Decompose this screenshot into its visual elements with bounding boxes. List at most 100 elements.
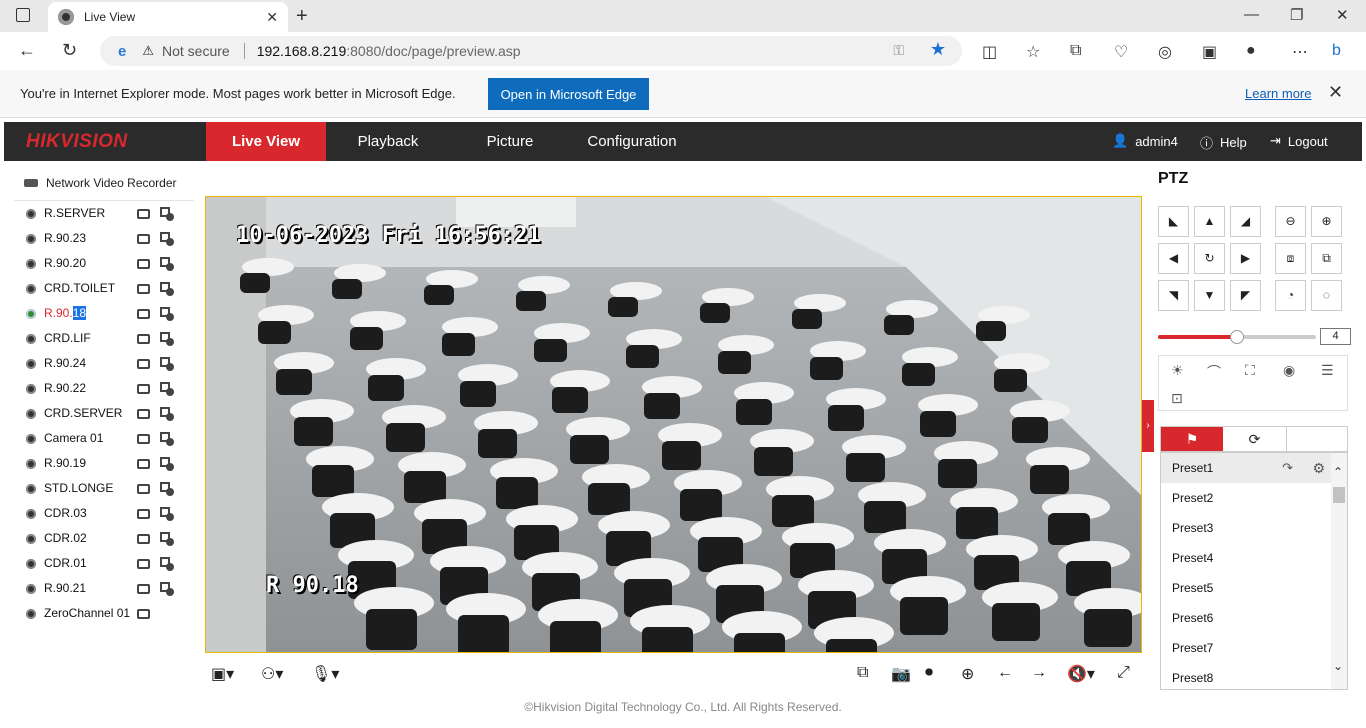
capture-icon[interactable]: 📷 (891, 664, 911, 684)
camera-list-item[interactable]: R.90.21 (14, 576, 194, 601)
record-channel-icon[interactable] (137, 459, 150, 469)
live-video-window[interactable]: 10-06-2023 Fri 16:56:21 R 90.18 (205, 196, 1142, 653)
camera-list-item[interactable]: R.90.23 (14, 226, 194, 251)
user-menu[interactable]: 👤 admin4 (1112, 133, 1178, 149)
next-page-icon[interactable]: → (1031, 664, 1047, 682)
camera-list-item[interactable]: CDR.03 (14, 501, 194, 526)
manual-tracking-icon[interactable]: ⊡ (1171, 390, 1183, 407)
tab-actions-icon[interactable] (16, 8, 30, 22)
tab-patrol-icon[interactable]: ⟳ (1223, 427, 1287, 451)
ptz-down-right-icon[interactable]: ◤ (1230, 280, 1261, 311)
stop-all-icon[interactable]: ⧉ (857, 664, 868, 682)
open-in-edge-button[interactable]: Open in Microsoft Edge (488, 78, 649, 110)
zoom-out-icon[interactable]: ⊖ (1275, 206, 1306, 237)
window-layout-icon[interactable]: ▣▾ (211, 664, 234, 684)
menu-list-icon[interactable]: ☰ (1321, 362, 1334, 379)
ptz-channel-icon[interactable] (160, 357, 174, 371)
close-ie-bar-icon[interactable]: ✕ (1328, 82, 1343, 103)
record-channel-icon[interactable] (137, 384, 150, 394)
preset-item[interactable]: Preset5 (1161, 573, 1347, 603)
ptz-channel-icon[interactable] (160, 482, 174, 496)
ptz-down-left-icon[interactable]: ◥ (1158, 280, 1189, 311)
previous-page-icon[interactable]: ← (997, 664, 1013, 682)
ptz-channel-icon[interactable] (160, 457, 174, 471)
camera-list-item[interactable]: CRD.SERVER (14, 401, 194, 426)
ptz-up-icon[interactable]: ▲ (1194, 206, 1225, 237)
ptz-down-icon[interactable]: ▼ (1194, 280, 1225, 311)
browser-tab[interactable]: Live View ✕ (48, 2, 288, 32)
collections-icon[interactable]: ⧉ (1070, 42, 1081, 60)
warning-icon[interactable]: ⚠ (142, 43, 154, 59)
ptz-up-left-icon[interactable]: ◣ (1158, 206, 1189, 237)
refresh-icon[interactable]: ↻ (62, 40, 77, 61)
stream-select-icon[interactable]: ⚇▾ (261, 664, 283, 684)
camera-list-item[interactable]: R.90.20 (14, 251, 194, 276)
ptz-channel-icon[interactable] (160, 557, 174, 571)
tab-close-icon[interactable]: ✕ (266, 9, 278, 26)
call-preset-icon[interactable]: ↷ (1282, 453, 1293, 483)
preset-scrollbar[interactable]: ⌃ ⌄ (1331, 453, 1347, 689)
wiper-icon[interactable]: ⌒ (1207, 362, 1221, 382)
record-channel-icon[interactable] (137, 484, 150, 494)
camera-list-item[interactable]: CRD.LIF (14, 326, 194, 351)
record-channel-icon[interactable] (137, 359, 150, 369)
ptz-channel-icon[interactable] (160, 382, 174, 396)
menu-live-view[interactable]: Live View (206, 122, 326, 161)
ptz-channel-icon[interactable] (160, 582, 174, 596)
ptz-channel-icon[interactable] (160, 407, 174, 421)
ptz-channel-icon[interactable] (160, 332, 174, 346)
ptz-channel-icon[interactable] (160, 432, 174, 446)
fullscreen-icon[interactable]: ⤢ (1117, 664, 1130, 682)
set-preset-icon[interactable]: ⚙ (1312, 453, 1325, 483)
logout-button[interactable]: ⇥ Logout (1270, 133, 1328, 149)
record-channel-icon[interactable] (137, 534, 150, 544)
record-channel-icon[interactable] (137, 259, 150, 269)
camera-list-item[interactable]: Camera 01 (14, 426, 194, 451)
menu-configuration[interactable]: Configuration (570, 122, 694, 161)
record-channel-icon[interactable] (137, 584, 150, 594)
record-channel-icon[interactable] (137, 209, 150, 219)
focus-far-icon[interactable]: ⧉ (1311, 243, 1342, 274)
password-key-icon[interactable]: ⚿ (893, 42, 904, 59)
nvr-title[interactable]: Network Video Recorder (24, 176, 177, 190)
camera-list-item[interactable]: R.90.19 (14, 451, 194, 476)
preset-item[interactable]: Preset7 (1161, 633, 1347, 663)
ptz-left-icon[interactable]: ◀ (1158, 243, 1189, 274)
light-icon[interactable]: ☀ (1171, 362, 1184, 379)
ptz-channel-icon[interactable] (160, 232, 174, 246)
iris-close-icon[interactable]: ◔ (1275, 280, 1306, 311)
not-secure-label[interactable]: Not secure (162, 43, 230, 59)
tab-preset-icon[interactable]: ⚑ (1161, 427, 1223, 451)
record-channel-icon[interactable] (137, 284, 150, 294)
audio-icon[interactable]: 🔇▾ (1067, 664, 1095, 684)
record-channel-icon[interactable] (137, 234, 150, 244)
ptz-speed-slider[interactable] (1158, 330, 1316, 344)
sidebar-icon[interactable]: ▣ (1202, 42, 1217, 62)
preset-item[interactable]: Preset3 (1161, 513, 1347, 543)
health-icon[interactable]: ♡ (1114, 42, 1128, 62)
tab-pattern[interactable] (1287, 427, 1349, 451)
back-icon[interactable]: ← (18, 40, 36, 61)
ptz-up-right-icon[interactable]: ◢ (1230, 206, 1261, 237)
camera-list-item[interactable]: CDR.02 (14, 526, 194, 551)
camera-list-item[interactable]: CRD.TOILET (14, 276, 194, 301)
preset-item[interactable]: Preset1 ↷ ⚙ (1161, 453, 1347, 483)
preset-item[interactable]: Preset6 (1161, 603, 1347, 633)
camera-list-item[interactable]: R.90.22 (14, 376, 194, 401)
ptz-channel-icon[interactable] (160, 507, 174, 521)
help-button[interactable]: ⓘ Help (1200, 133, 1247, 152)
record-channel-icon[interactable] (137, 509, 150, 519)
preset-item[interactable]: Preset4 (1161, 543, 1347, 573)
menu-playback[interactable]: Playback (326, 122, 450, 161)
record-channel-icon[interactable] (137, 409, 150, 419)
scroll-down-icon[interactable]: ⌄ (1333, 659, 1343, 673)
ie-mode-icon[interactable]: e (118, 43, 126, 60)
iris-open-icon[interactable]: ◌ (1311, 280, 1342, 311)
ptz-channel-icon[interactable] (160, 207, 174, 221)
menu-picture[interactable]: Picture (450, 122, 570, 161)
bing-icon[interactable]: b (1332, 42, 1341, 60)
minimize-icon[interactable]: — (1244, 6, 1259, 23)
window-close-icon[interactable]: ✕ (1336, 6, 1349, 24)
camera-list-item[interactable]: R.SERVER (14, 201, 194, 226)
split-screen-icon[interactable]: ◫ (982, 42, 997, 62)
